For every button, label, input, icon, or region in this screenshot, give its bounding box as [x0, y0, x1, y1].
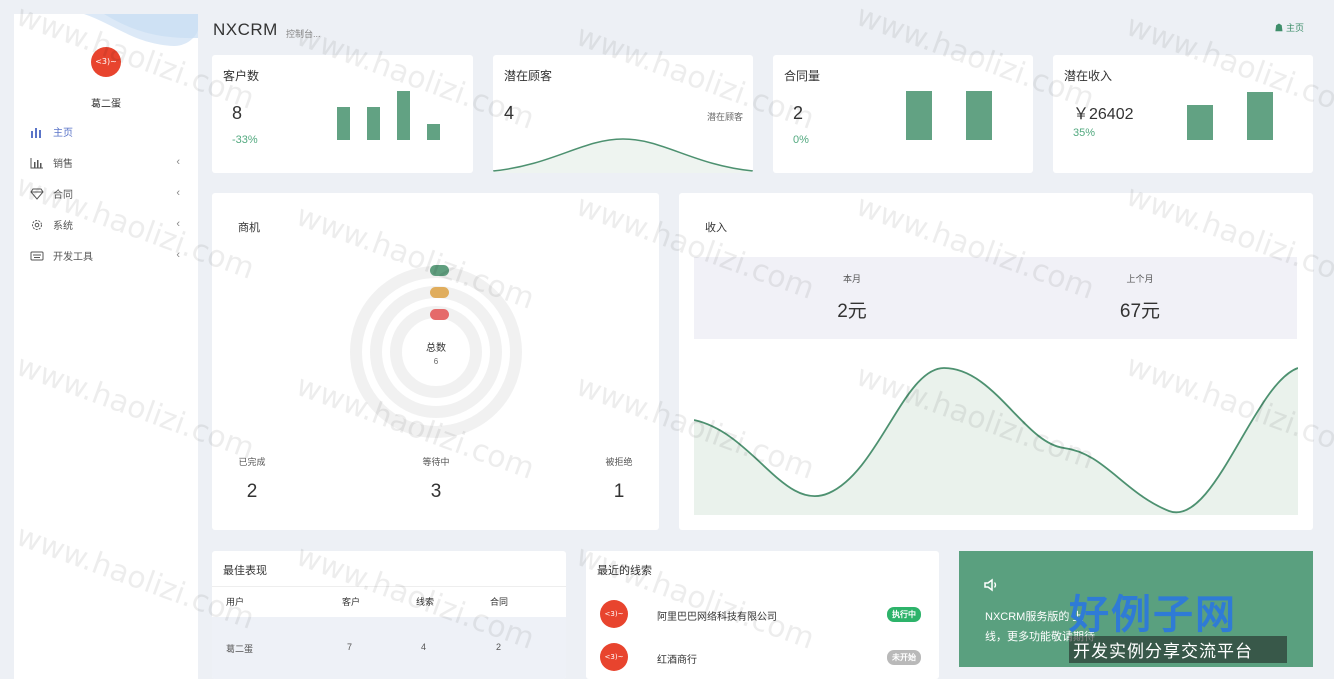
kpi-value: ￥26402 [1073, 106, 1134, 123]
legend-waiting-marker [430, 287, 449, 298]
section-title: 最佳表现 [223, 565, 267, 577]
status-badge: 未开始 [887, 650, 921, 665]
col-header: 用户 [226, 597, 245, 607]
sidebar-item-devtools[interactable]: 开发工具 ‹ [14, 240, 198, 271]
sidebar-item-contract[interactable]: 合同 ‹ [14, 178, 198, 209]
revenue-summary: 本月 2元 上个月 67元 [694, 257, 1297, 339]
chevron-left-icon: ‹ [176, 187, 180, 199]
kpi-value: 8 [232, 103, 243, 123]
kpi-title: 潜在顾客 [504, 69, 553, 83]
total-label: 总数 [426, 343, 446, 354]
table-row[interactable]: 葛二蛋 7 4 2 [212, 617, 566, 679]
kpi-change: -33% [232, 134, 258, 146]
kpi-sparkline [493, 138, 753, 173]
sidebar-item-label: 合同 [53, 190, 73, 201]
kpi-title: 潜在收入 [1064, 69, 1113, 83]
kpi-title: 合同量 [784, 69, 821, 83]
user-name: 葛二蛋 [91, 99, 121, 110]
user-avatar[interactable]: <3)~ [91, 47, 121, 77]
sidebar: <3)~ 葛二蛋 主页 销售 ‹ 合同 ‹ 系统 ‹ 开发工具 ‹ [14, 14, 198, 679]
stat-value-waiting: 3 [430, 481, 442, 502]
total-value: 6 [433, 357, 439, 366]
page-title: NXCRM [213, 20, 278, 39]
cell-contracts: 2 [496, 642, 502, 652]
divider [212, 586, 566, 587]
sidebar-item-label: 开发工具 [53, 252, 93, 263]
kpi-bar [966, 91, 992, 140]
legend-done-marker [430, 265, 449, 276]
kpi-note: 潜在顾客 [706, 112, 743, 122]
col-header: 客户 [342, 597, 361, 607]
kpi-card-prospects: 潜在顾客 4 潜在顾客 [493, 55, 753, 173]
last-month-value: 67元 [1119, 301, 1161, 322]
kpi-bar [337, 107, 350, 140]
lead-name: 阿里巴巴网络科技有限公司 [657, 612, 777, 623]
lead-name: 红酒商行 [657, 655, 697, 666]
page-subtitle: 控制台... [286, 29, 321, 39]
this-month-label: 本月 [842, 274, 861, 284]
section-title: 商机 [238, 222, 260, 234]
cell-customers: 7 [347, 642, 353, 652]
cell-leads: 4 [421, 642, 427, 652]
chevron-left-icon: ‹ [176, 249, 180, 261]
col-header: 合同 [490, 597, 509, 607]
kpi-card-revenue: 潜在收入 ￥26402 35% [1053, 55, 1313, 173]
chevron-left-icon: ‹ [176, 156, 180, 168]
best-performance-card: 最佳表现 用户 客户 线索 合同 葛二蛋 7 4 2 [212, 551, 566, 679]
breadcrumb-home[interactable]: ☗ 主页 [1274, 21, 1304, 34]
cell-user: 葛二蛋 [226, 644, 254, 654]
speaker-icon [984, 578, 997, 592]
gear-icon [32, 219, 42, 230]
sidebar-item-label: 销售 [53, 159, 73, 170]
lead-avatar: <3)~ [600, 643, 628, 671]
stat-label-done: 已完成 [238, 457, 266, 467]
kpi-change: 0% [793, 134, 809, 146]
this-month-value: 2元 [837, 301, 867, 322]
kpi-title: 客户数 [223, 69, 260, 83]
kpi-value: 2 [793, 103, 804, 123]
stat-value-rejected: 1 [613, 481, 625, 502]
sidebar-nav: 主页 销售 ‹ 合同 ‹ 系统 ‹ 开发工具 ‹ [14, 116, 198, 271]
stat-label-waiting: 等待中 [422, 457, 450, 467]
kpi-bar [427, 124, 440, 140]
bar-chart-icon [31, 127, 41, 138]
recent-leads-card: 最近的线索 <3)~ 阿里巴巴网络科技有限公司 执行中 <3)~ 红酒商行 未开… [586, 551, 939, 679]
stat-label-rejected: 被拒绝 [605, 457, 633, 467]
opportunities-card: 商机 总数 6 已完成 2 等待中 3 被拒绝 1 [212, 193, 659, 530]
legend-rejected-marker [430, 309, 449, 320]
keyboard-icon [30, 251, 44, 260]
sidebar-item-label: 系统 [53, 221, 73, 232]
kpi-card-customers: 客户数 8 -33% [212, 55, 473, 173]
kpi-bar [906, 91, 932, 140]
diamond-icon [30, 188, 44, 200]
kpi-bar [1187, 105, 1213, 140]
kpi-value: 4 [504, 103, 515, 123]
section-title: 最近的线索 [597, 565, 652, 577]
breadcrumb-home-label: 主页 [1285, 23, 1304, 33]
revenue-card: 收入 本月 2元 上个月 67元 [679, 193, 1313, 530]
revenue-line-chart [694, 367, 1298, 515]
kpi-bar [1247, 92, 1273, 140]
dashboard-icon: ☗ [1274, 23, 1284, 33]
status-badge: 执行中 [887, 607, 921, 622]
brand-subtitle: 开发实例分享交流平台 [1069, 636, 1287, 663]
sidebar-item-sales[interactable]: 销售 ‹ [14, 147, 198, 178]
kpi-card-contracts: 合同量 2 0% [773, 55, 1033, 173]
announcement-line1: NXCRM服务版的 [985, 611, 1070, 623]
col-header: 线索 [416, 597, 435, 607]
last-month-label: 上个月 [1126, 274, 1154, 284]
sidebar-item-system[interactable]: 系统 ‹ [14, 209, 198, 240]
kpi-change: 35% [1073, 127, 1096, 139]
chart-icon [30, 157, 43, 168]
brand-title: 好例子网 [1069, 593, 1237, 637]
site-brand-watermark: 好例子网 开发实例分享交流平台 [1069, 582, 1287, 663]
sidebar-item-home[interactable]: 主页 [14, 116, 198, 147]
stat-value-done: 2 [246, 481, 258, 502]
lead-avatar: <3)~ [600, 600, 628, 628]
kpi-bar [397, 91, 410, 140]
sidebar-item-label: 主页 [53, 128, 73, 139]
section-title: 收入 [705, 222, 727, 234]
kpi-bar [367, 107, 380, 140]
chevron-left-icon: ‹ [176, 218, 180, 230]
